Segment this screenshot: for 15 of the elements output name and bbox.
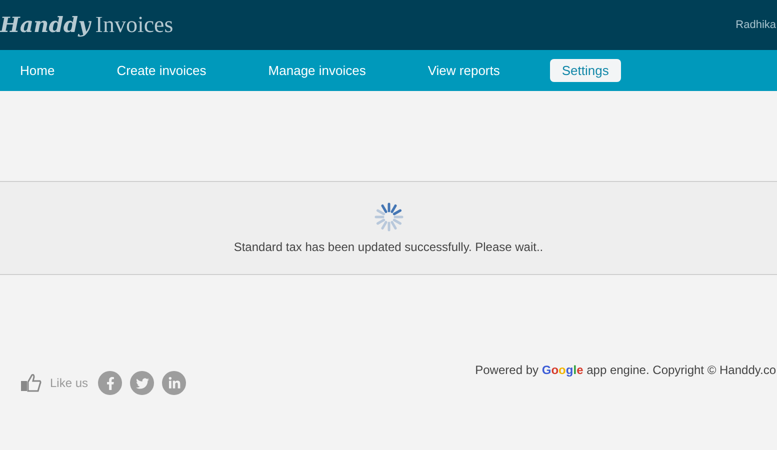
- loading-spinner-icon: [374, 202, 404, 232]
- status-message: Standard tax has been updated successfully. Please wait..: [234, 240, 544, 254]
- linkedin-icon[interactable]: [162, 371, 186, 395]
- nav-tab[interactable]: View reports: [416, 59, 512, 82]
- nav-tab[interactable]: Manage invoices: [256, 59, 378, 82]
- twitter-icon[interactable]: [130, 371, 154, 395]
- logo-text: Invoices: [95, 12, 174, 38]
- like-us-label: Like us: [50, 376, 88, 390]
- thumbs-up-icon[interactable]: [20, 373, 42, 393]
- nav-tab[interactable]: Settings: [550, 59, 621, 82]
- copyright-text: Powered by Google app engine. Copyright © Handdy.co: [475, 363, 776, 377]
- nav-tab[interactable]: Home: [8, 59, 67, 82]
- user-name[interactable]: Radhika: [736, 19, 776, 31]
- nav-tab[interactable]: Create invoices: [104, 59, 218, 82]
- facebook-icon[interactable]: [98, 371, 122, 395]
